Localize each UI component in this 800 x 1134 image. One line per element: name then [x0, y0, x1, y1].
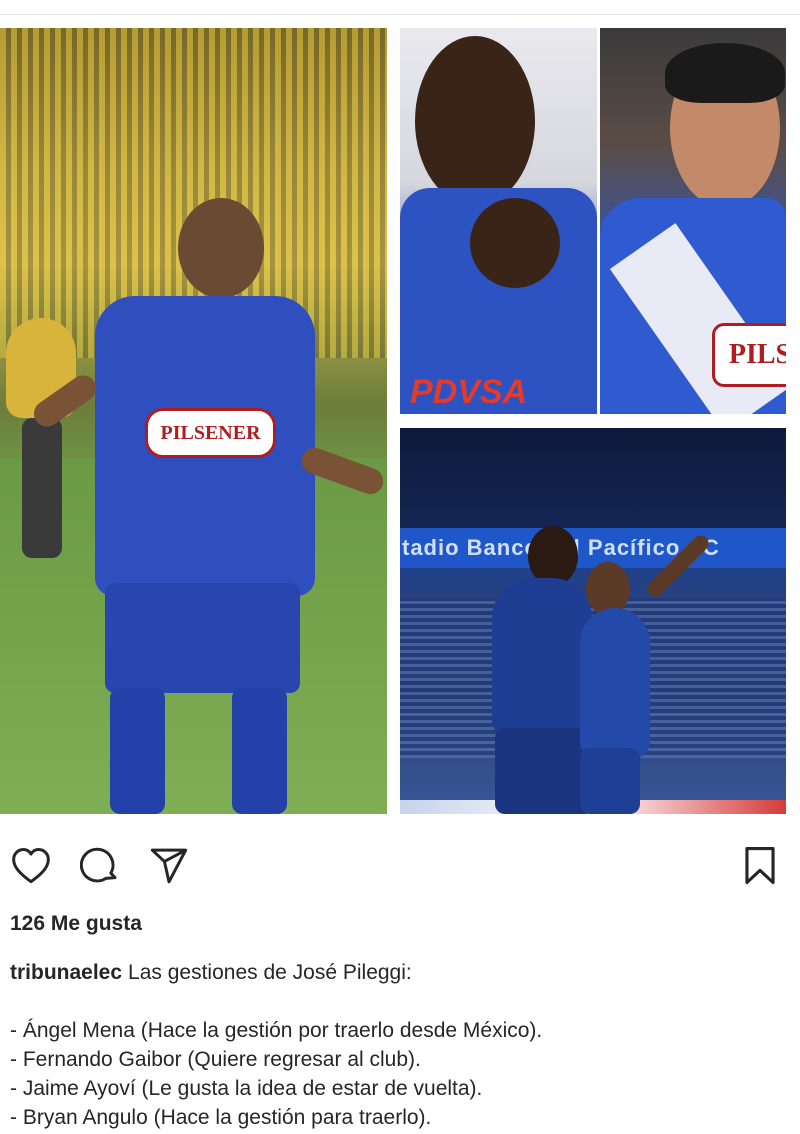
like-count[interactable]: 126 Me gusta	[10, 912, 142, 936]
photo-player-portrait-right: PILS	[600, 28, 786, 414]
player-two-legs	[580, 748, 640, 814]
player-left-leg	[110, 688, 165, 814]
photo-celebrating-player: PILSENER	[0, 28, 387, 814]
caption-item: - Ángel Mena (Hace la gestión por traerl…	[10, 1019, 543, 1042]
caption-intro-text: Las gestiones de José Pileggi:	[128, 961, 412, 984]
caption-first-line: tribunaelec Las gestiones de José Pileggi…	[10, 958, 790, 987]
jersey-sponsor-logo: PILSENER	[145, 408, 276, 458]
background-player-legs	[22, 418, 62, 558]
player-shorts	[105, 583, 300, 693]
caption-item: - Bryan Angulo (Hace la gestión para tra…	[10, 1106, 432, 1129]
stadium-banner: tadio Banco del Pacífico - C	[400, 528, 786, 568]
comment-button[interactable]	[78, 844, 122, 888]
player-hair	[665, 43, 785, 103]
caption-username[interactable]: tribunaelec	[10, 961, 122, 984]
photo-player-portrait-left: PDVSA	[400, 28, 597, 414]
comment-icon	[80, 847, 117, 883]
save-button[interactable]	[738, 844, 782, 888]
like-button[interactable]	[9, 844, 53, 888]
post-caption: tribunaelec Las gestiones de José Pileggi…	[10, 958, 790, 1132]
caption-item: - Jaime Ayoví (Le gusta la idea de estar…	[10, 1077, 483, 1100]
player-hand	[470, 198, 560, 288]
player-one-jersey	[492, 578, 592, 738]
player-one-head	[528, 526, 578, 586]
top-divider	[0, 14, 800, 15]
heart-icon	[12, 847, 50, 884]
share-button[interactable]	[147, 844, 191, 888]
player-two-jersey	[580, 608, 650, 758]
instagram-post-page: PILSENER PDVSA PILS tadio Banco del Pací…	[0, 0, 800, 1134]
jersey-sponsor-logo: PILS	[712, 323, 786, 387]
jersey-sponsor-text: PDVSA	[410, 373, 528, 411]
paper-plane-icon	[150, 848, 188, 884]
player-head	[178, 198, 264, 298]
bookmark-icon	[745, 847, 775, 885]
player-right-leg	[232, 688, 287, 814]
caption-item: - Fernando Gaibor (Quiere regresar al cl…	[10, 1048, 421, 1071]
player-face	[415, 36, 535, 206]
post-image-collage[interactable]: PILSENER PDVSA PILS tadio Banco del Pací…	[0, 28, 800, 814]
photo-two-players-celebrating: tadio Banco del Pacífico - C	[400, 428, 786, 814]
post-action-bar	[0, 836, 800, 896]
